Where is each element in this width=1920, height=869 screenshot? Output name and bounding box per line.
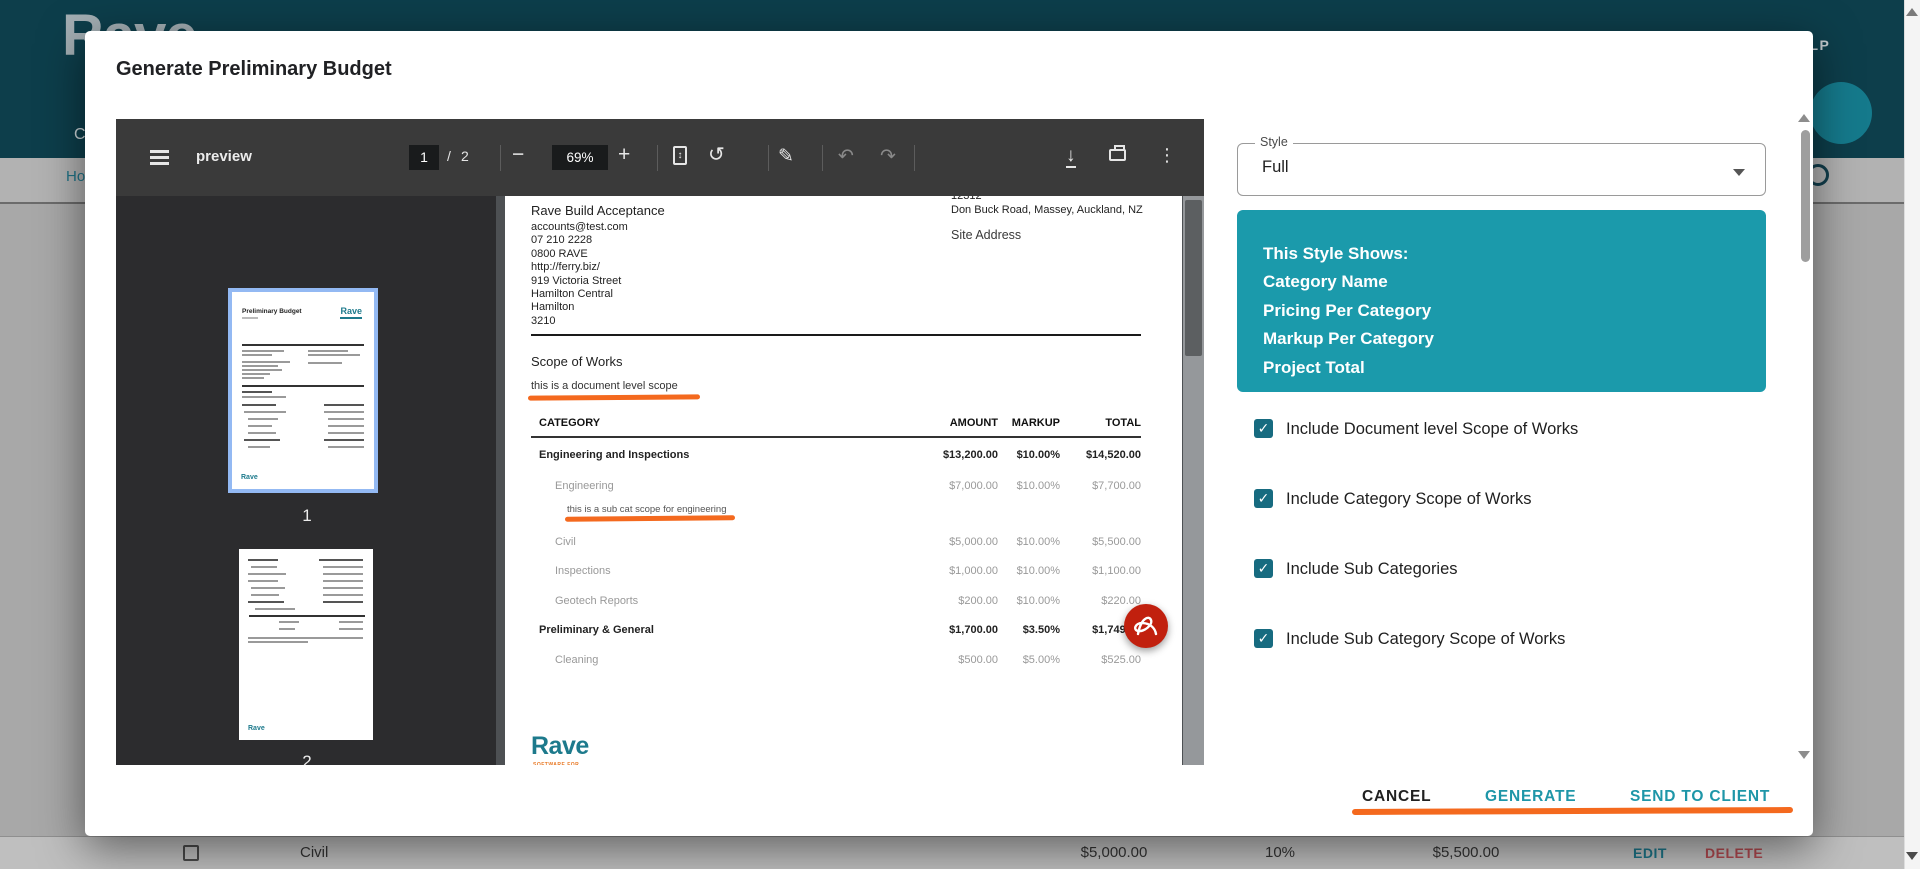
send-to-client-button[interactable]: SEND TO CLIENT [1630, 788, 1770, 806]
row-name: Civil [300, 844, 328, 861]
scroll-up-icon[interactable] [1906, 8, 1918, 16]
row-amount: $5,000.00 [1073, 844, 1155, 861]
table-row: Engineering $7,000.00 $10.00% $7,700.00 [531, 480, 1141, 492]
adobe-acrobat-icon[interactable] [1124, 604, 1168, 648]
pdf-title: preview [196, 148, 252, 165]
rave-brand-logo: Rave [531, 734, 589, 759]
fit-to-page-icon[interactable]: ↕ [673, 146, 687, 165]
checkbox-category-scope[interactable]: ✓ [1254, 489, 1273, 508]
toolbar-divider [914, 145, 915, 171]
checkbox-sub-category-scope[interactable]: ✓ [1254, 629, 1273, 648]
footer-orange-underline [1352, 807, 1793, 815]
subcategory-note-underline [565, 515, 735, 521]
scope-heading: Scope of Works [531, 354, 623, 369]
modal-scroll-up-icon[interactable] [1798, 114, 1810, 122]
scope-note-underline [528, 394, 700, 400]
checkbox-sub-categories[interactable]: ✓ [1254, 559, 1273, 578]
modal-scrollbar-thumb[interactable] [1801, 130, 1810, 262]
subcategory-scope-note: this is a sub cat scope for engineering [567, 504, 726, 515]
table-row: Preliminary & General $1,700.00 $3.50% $… [531, 624, 1141, 636]
zoom-out-icon[interactable]: − [512, 145, 524, 164]
more-options-icon[interactable]: ⋮ [1158, 146, 1176, 165]
page-number-input[interactable]: 1 [409, 145, 439, 170]
table-row: Geotech Reports $200.00 $10.00% $220.00 [531, 595, 1141, 607]
toolbar-divider [500, 145, 501, 171]
rotate-icon[interactable]: ↺ [708, 146, 725, 165]
undo-icon[interactable]: ↶ [838, 147, 854, 166]
floating-action-button[interactable] [1810, 82, 1872, 144]
pdf-page: 12312 Don Buck Road, Massey, Auckland, N… [505, 196, 1182, 765]
menu-icon[interactable] [150, 150, 169, 153]
site-address-label: Site Address [951, 228, 1021, 242]
style-selected-value: Full [1262, 158, 1289, 177]
checkbox-document-scope[interactable]: ✓ [1254, 419, 1273, 438]
generate-button[interactable]: GENERATE [1485, 788, 1576, 806]
chevron-down-icon[interactable] [1733, 169, 1745, 176]
pdf-scrollbar-thumb[interactable] [1185, 200, 1202, 356]
zoom-level-input[interactable]: 69% [552, 145, 608, 170]
rave-brand-tagline: SOFTWARE FOR [533, 762, 579, 765]
toolbar-divider [822, 145, 823, 171]
table-header: CATEGORY AMOUNT MARKUP TOTAL [531, 417, 1141, 429]
document-scope-note: this is a document level scope [531, 380, 678, 392]
site-address: Don Buck Road, Massey, Auckland, NZ [951, 204, 1143, 217]
table-row: Civil $5,000.00 $10.00% $5,500.00 [531, 536, 1141, 548]
thumbnail-page-1[interactable]: Preliminary Budget Rave [228, 288, 378, 493]
row-markup: 10% [1255, 844, 1305, 861]
viewport-scrollbar[interactable] [1904, 0, 1920, 869]
pdf-toolbar: preview 1 / 2 − 69% + ↕ ↺ ✎ ↶ ↷ ↓ ⋮ [116, 119, 1204, 196]
style-info-box: This Style Shows: Category Name Pricing … [1237, 210, 1766, 392]
background-table-row [0, 836, 1904, 869]
cancel-button[interactable]: CANCEL [1362, 788, 1431, 806]
thumbnail-2-label: 2 [287, 752, 327, 765]
table-row: Inspections $1,000.00 $10.00% $1,100.00 [531, 565, 1141, 577]
scroll-down-icon[interactable] [1906, 852, 1918, 860]
checkbox-label[interactable]: Include Sub Categories [1286, 560, 1458, 579]
page-total: 2 [461, 147, 469, 166]
download-icon[interactable]: ↓ [1066, 146, 1076, 168]
screen: Rave C HELP Ho Civil $5,000.00 10% $5,50… [0, 0, 1920, 869]
pdf-thumbnail-panel: Preliminary Budget Rave [116, 196, 496, 765]
company-name: Rave Build Acceptance [531, 203, 665, 218]
row-delete-button[interactable]: DELETE [1705, 845, 1763, 861]
checkbox-label[interactable]: Include Sub Category Scope of Works [1286, 630, 1565, 649]
table-row: Engineering and Inspections $13,200.00 $… [531, 449, 1141, 461]
style-select[interactable] [1237, 143, 1766, 196]
table-header-rule [531, 436, 1141, 438]
dialog-title: Generate Preliminary Budget [116, 58, 392, 81]
thumbnail-1-label: 1 [287, 506, 327, 526]
modal-scroll-down-icon[interactable] [1798, 751, 1810, 759]
redo-icon[interactable]: ↷ [880, 147, 896, 166]
thumbnail-page-2[interactable]: Rave [239, 549, 373, 740]
checkbox-label[interactable]: Include Document level Scope of Works [1286, 420, 1578, 439]
contact-lines: accounts@test.com 07 210 2228 0800 RAVE … [531, 221, 628, 328]
row-total: $5,500.00 [1425, 844, 1507, 861]
row-edit-button[interactable]: EDIT [1633, 845, 1667, 861]
page-divider [531, 334, 1141, 336]
info-box-heading: This Style Shows: [1263, 239, 1766, 268]
page-separator: / [447, 147, 451, 166]
toolbar-divider [657, 145, 658, 171]
annotate-pen-icon[interactable]: ✎ [778, 147, 794, 166]
site-number: 12312 [951, 196, 982, 203]
pdf-preview-viewer: preview 1 / 2 − 69% + ↕ ↺ ✎ ↶ ↷ ↓ ⋮ [116, 119, 1204, 765]
checkbox-label[interactable]: Include Category Scope of Works [1286, 490, 1532, 509]
row-checkbox[interactable] [183, 845, 199, 861]
nav-home-link[interactable]: Ho [66, 168, 85, 185]
zoom-in-icon[interactable]: + [618, 145, 630, 164]
table-row: Cleaning $500.00 $5.00% $525.00 [531, 654, 1141, 666]
style-select-label: Style [1255, 135, 1293, 149]
toolbar-divider [768, 145, 769, 171]
nav-partial-text: C [74, 126, 86, 144]
generate-preliminary-budget-dialog: Generate Preliminary Budget preview 1 / … [85, 31, 1813, 836]
print-icon[interactable] [1109, 149, 1126, 161]
